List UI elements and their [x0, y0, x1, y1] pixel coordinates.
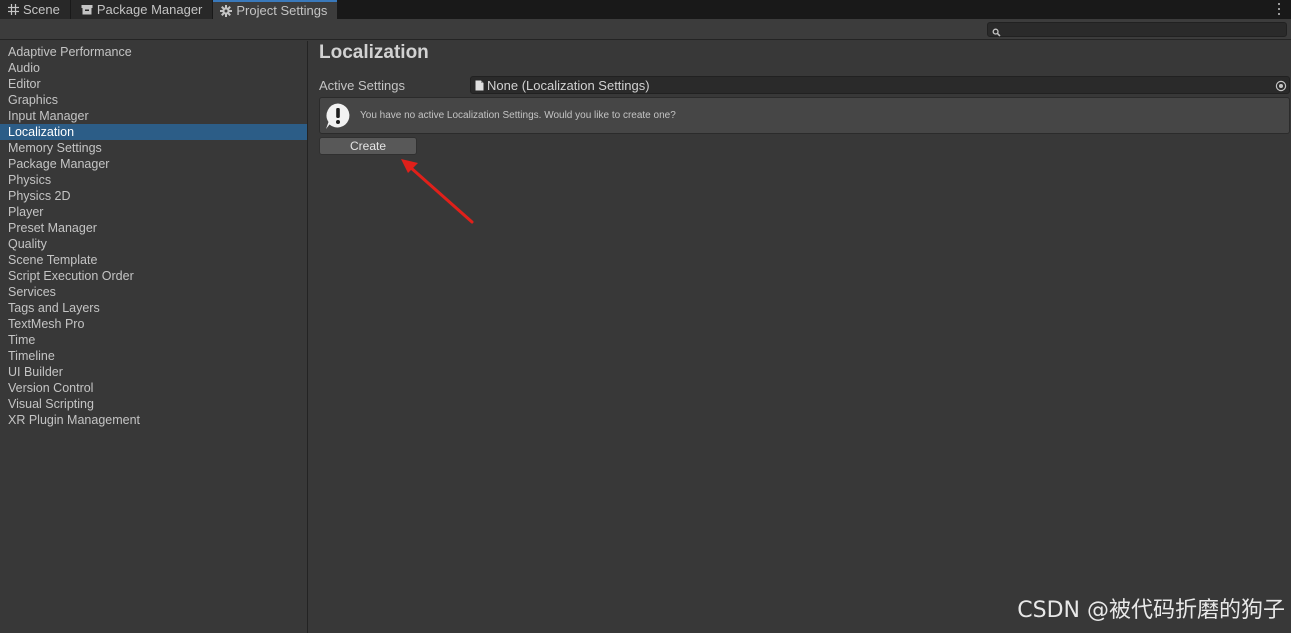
sidebar-item-version-control[interactable]: Version Control [0, 380, 307, 396]
sidebar-item-scene-template[interactable]: Scene Template [0, 252, 307, 268]
sidebar-item-graphics[interactable]: Graphics [0, 92, 307, 108]
grid-icon [7, 4, 19, 16]
warning-message: You have no active Localization Settings… [360, 110, 676, 121]
sidebar-item-physics[interactable]: Physics [0, 172, 307, 188]
active-settings-object-field[interactable]: None (Localization Settings) [470, 76, 1290, 94]
sidebar-item-textmesh-pro[interactable]: TextMesh Pro [0, 316, 307, 332]
sidebar-item-memory-settings[interactable]: Memory Settings [0, 140, 307, 156]
warning-icon [324, 102, 352, 130]
warning-helpbox: You have no active Localization Settings… [319, 97, 1290, 134]
tab-label: Scene [23, 2, 60, 17]
document-icon [475, 80, 484, 91]
tab-project-settings[interactable]: Project Settings [213, 0, 338, 19]
sidebar-item-physics-2d[interactable]: Physics 2D [0, 188, 307, 204]
more-options-icon[interactable] [1277, 3, 1281, 15]
sidebar-item-input-manager[interactable]: Input Manager [0, 108, 307, 124]
search-icon [992, 24, 1001, 42]
watermark: CSDN @被代码折磨的狗子 [1017, 598, 1285, 623]
sidebar-item-audio[interactable]: Audio [0, 60, 307, 76]
tab-label: Project Settings [236, 3, 328, 18]
package-icon [81, 4, 93, 16]
active-settings-label: Active Settings [319, 78, 405, 93]
page-title: Localization [319, 42, 429, 63]
tab-package-manager[interactable]: Package Manager [70, 0, 213, 19]
settings-sidebar: Adaptive Performance Audio Editor Graphics I… [0, 41, 308, 633]
sidebar-item-xr-plugin-management[interactable]: XR Plugin Management [0, 412, 307, 428]
sidebar-item-localization[interactable]: Localization [0, 124, 307, 140]
sidebar-item-quality[interactable]: Quality [0, 236, 307, 252]
sidebar-item-script-execution-order[interactable]: Script Execution Order [0, 268, 307, 284]
settings-toolbar [0, 19, 1291, 40]
sidebar-item-package-manager[interactable]: Package Manager [0, 156, 307, 172]
sidebar-item-visual-scripting[interactable]: Visual Scripting [0, 396, 307, 412]
sidebar-item-player[interactable]: Player [0, 204, 307, 220]
search-input[interactable] [1004, 23, 1282, 36]
sidebar-item-time[interactable]: Time [0, 332, 307, 348]
sidebar-item-timeline[interactable]: Timeline [0, 348, 307, 364]
sidebar-item-services[interactable]: Services [0, 284, 307, 300]
sidebar-item-adaptive-performance[interactable]: Adaptive Performance [0, 44, 307, 60]
settings-main-panel: Localization Active Settings None (Local… [309, 41, 1291, 633]
active-settings-value: None (Localization Settings) [487, 77, 650, 93]
sidebar-item-editor[interactable]: Editor [0, 76, 307, 92]
search-field[interactable] [987, 22, 1287, 37]
create-button[interactable]: Create [319, 137, 417, 155]
object-picker-icon[interactable] [1274, 79, 1287, 92]
gear-icon [220, 4, 233, 17]
sidebar-item-ui-builder[interactable]: UI Builder [0, 364, 307, 380]
sidebar-item-preset-manager[interactable]: Preset Manager [0, 220, 307, 236]
tab-scene[interactable]: Scene [0, 0, 70, 19]
editor-tab-bar: Scene Package Manager Project Settings [0, 0, 1291, 19]
sidebar-item-tags-and-layers[interactable]: Tags and Layers [0, 300, 307, 316]
tab-label: Package Manager [96, 2, 203, 17]
